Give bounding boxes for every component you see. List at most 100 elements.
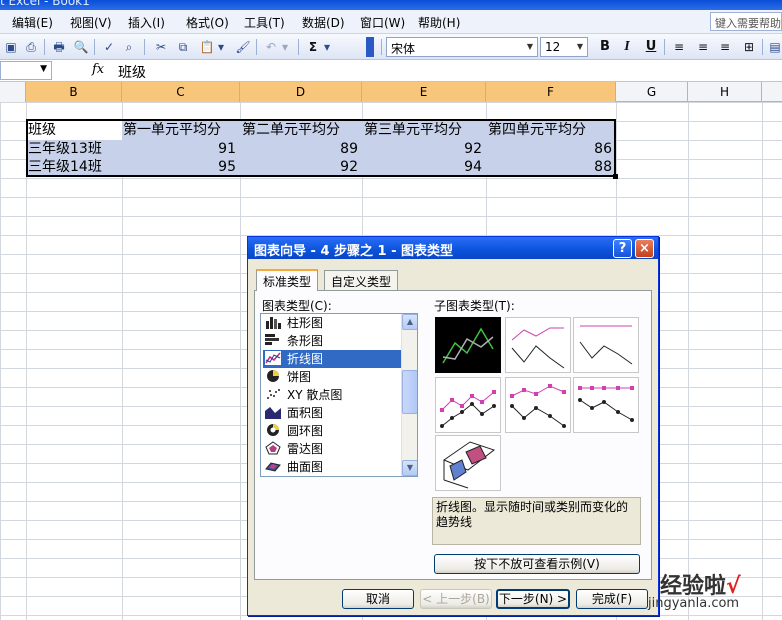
column-header-d[interactable]: D [240, 82, 362, 102]
column-header-g[interactable]: G [616, 82, 688, 102]
list-item-surface[interactable]: 曲面图 [263, 458, 403, 476]
align-left-icon[interactable]: ≡ [670, 38, 688, 56]
subtype-line[interactable] [435, 317, 501, 373]
header-cell-unit1[interactable]: 第一单元平均分 [123, 121, 240, 140]
subtype-100-stacked-line-markers[interactable] [573, 377, 639, 433]
research-icon[interactable]: ⌕ [120, 38, 138, 56]
name-box[interactable]: ▼ [0, 61, 52, 80]
column-header-f[interactable]: F [486, 82, 616, 102]
toolbar-separator [144, 39, 145, 55]
list-item-line[interactable]: 折线图 [263, 350, 403, 368]
select-all-corner[interactable] [0, 82, 26, 102]
column-header-c[interactable]: C [122, 82, 240, 102]
scroll-down-icon[interactable]: ▼ [402, 460, 417, 476]
cut-icon[interactable]: ✂ [152, 38, 170, 56]
menu-insert[interactable]: 插入(I) [128, 14, 165, 31]
subtype-stacked-line[interactable] [505, 317, 571, 373]
column-header-h[interactable]: H [688, 82, 762, 102]
app-title: t Excel - Book1 [0, 0, 90, 8]
value-cell[interactable]: 92 [362, 140, 482, 159]
list-item-area[interactable]: 面积图 [263, 404, 403, 422]
value-cell[interactable]: 86 [486, 140, 612, 159]
subtype-100-stacked-line[interactable] [573, 317, 639, 373]
menu-window[interactable]: 窗口(W) [360, 14, 405, 31]
next-button[interactable]: 下一步(N) > [496, 589, 570, 609]
value-cell[interactable]: 92 [240, 158, 358, 177]
value-cell[interactable]: 88 [486, 158, 612, 177]
menu-format[interactable]: 格式(O) [186, 14, 229, 31]
list-item-bar[interactable]: 条形图 [263, 332, 403, 350]
list-item-pie[interactable]: 饼图 [263, 368, 403, 386]
bold-button[interactable]: B [596, 38, 614, 56]
cancel-button[interactable]: 取消 [342, 589, 414, 609]
italic-button[interactable]: I [618, 38, 636, 56]
list-item-column[interactable]: 柱形图 [263, 314, 403, 332]
font-size-select[interactable]: 12 ▼ [540, 37, 588, 57]
header-cell-unit3[interactable]: 第三单元平均分 [364, 121, 486, 140]
value-cell[interactable]: 95 [122, 158, 236, 177]
column-header-e[interactable]: E [362, 82, 486, 102]
menu-tools[interactable]: 工具(T) [244, 14, 285, 31]
subtype-3d-line[interactable] [435, 435, 501, 491]
formula-input[interactable]: 班级 [118, 62, 146, 82]
spelling-icon[interactable]: ✓ [100, 38, 118, 56]
tab-standard-types[interactable]: 标准类型 [256, 269, 319, 291]
preview-sample-button[interactable]: 按下不放可查看示例(V) [434, 554, 640, 574]
font-name-select[interactable]: 宋体 ▼ [386, 37, 538, 57]
permission-icon[interactable]: ▣ [2, 38, 20, 56]
row-label-cell[interactable]: 三年级13班 [28, 140, 122, 159]
list-item-radar[interactable]: 雷达图 [263, 440, 403, 458]
value-cell[interactable]: 91 [122, 140, 236, 159]
menu-data[interactable]: 数据(D) [302, 14, 345, 31]
help-button[interactable]: ? [613, 239, 632, 258]
undo-icon[interactable]: ↶ [262, 38, 280, 56]
value-cell[interactable]: 89 [240, 140, 358, 159]
menu-help[interactable]: 帮助(H) [418, 14, 460, 31]
format-painter-icon[interactable]: 🖌 [234, 38, 252, 56]
align-center-icon[interactable]: ≡ [694, 38, 712, 56]
copy-icon[interactable]: ⧉ [174, 38, 192, 56]
paste-dropdown-icon[interactable]: ▾ [216, 38, 226, 56]
currency-icon[interactable]: ▤ [766, 38, 782, 56]
merge-center-icon[interactable]: ⊞ [740, 38, 758, 56]
header-cell-unit4[interactable]: 第四单元平均分 [488, 121, 614, 140]
tab-custom-types[interactable]: 自定义类型 [324, 270, 399, 290]
list-item-scatter[interactable]: XY 散点图 [263, 386, 403, 404]
dialog-title-bar[interactable]: 图表向导 - 4 步骤之 1 - 图表类型 ? × [248, 237, 658, 259]
row-label-cell[interactable]: 三年级14班 [28, 158, 122, 177]
finish-button[interactable]: 完成(F) [576, 589, 648, 609]
undo-dropdown-icon[interactable]: ▾ [280, 38, 290, 56]
preview-icon[interactable]: 🔍 [72, 38, 90, 56]
paste-icon[interactable]: 📋 [198, 38, 216, 56]
fill-handle[interactable] [613, 174, 618, 179]
scatter-chart-icon [265, 387, 281, 401]
toolbar-separator [44, 39, 45, 55]
print-preview-icon[interactable]: ⎙ [22, 38, 40, 56]
column-header-i[interactable] [762, 82, 782, 102]
surface-chart-icon [265, 459, 281, 473]
chart-type-scrollbar[interactable]: ▲ ▼ [401, 314, 417, 476]
back-button[interactable]: < 上一步(B) [420, 589, 492, 609]
scroll-thumb[interactable] [402, 370, 417, 414]
header-cell-unit2[interactable]: 第二单元平均分 [242, 121, 362, 140]
toolbar-grip[interactable] [366, 37, 374, 57]
chevron-down-icon: ▼ [576, 42, 584, 51]
subtype-stacked-line-markers[interactable] [505, 377, 571, 433]
print-icon[interactable]: 🖶 [50, 38, 68, 56]
value-cell[interactable]: 94 [362, 158, 482, 177]
list-item-doughnut[interactable]: 圆环图 [263, 422, 403, 440]
help-search-input[interactable]: 键入需要帮助 [710, 12, 782, 31]
chart-type-list[interactable]: 柱形图 条形图 折线图 饼图 XY 散点图 面积图 圆环图 雷达图 曲面图 ▲ … [260, 313, 418, 477]
menu-edit[interactable]: 编辑(E) [12, 14, 53, 31]
insert-function-icon[interactable]: fx [92, 62, 104, 77]
column-header-b[interactable]: B [26, 82, 122, 102]
align-right-icon[interactable]: ≡ [716, 38, 734, 56]
autosum-dropdown-icon[interactable]: ▾ [322, 38, 332, 56]
scroll-up-icon[interactable]: ▲ [402, 314, 417, 330]
close-button[interactable]: × [635, 239, 654, 258]
header-cell-class[interactable]: 班级 [28, 121, 122, 140]
menu-view[interactable]: 视图(V) [70, 14, 112, 31]
autosum-icon[interactable]: Σ [304, 38, 322, 56]
underline-button[interactable]: U [642, 38, 660, 56]
subtype-line-markers[interactable] [435, 377, 501, 433]
